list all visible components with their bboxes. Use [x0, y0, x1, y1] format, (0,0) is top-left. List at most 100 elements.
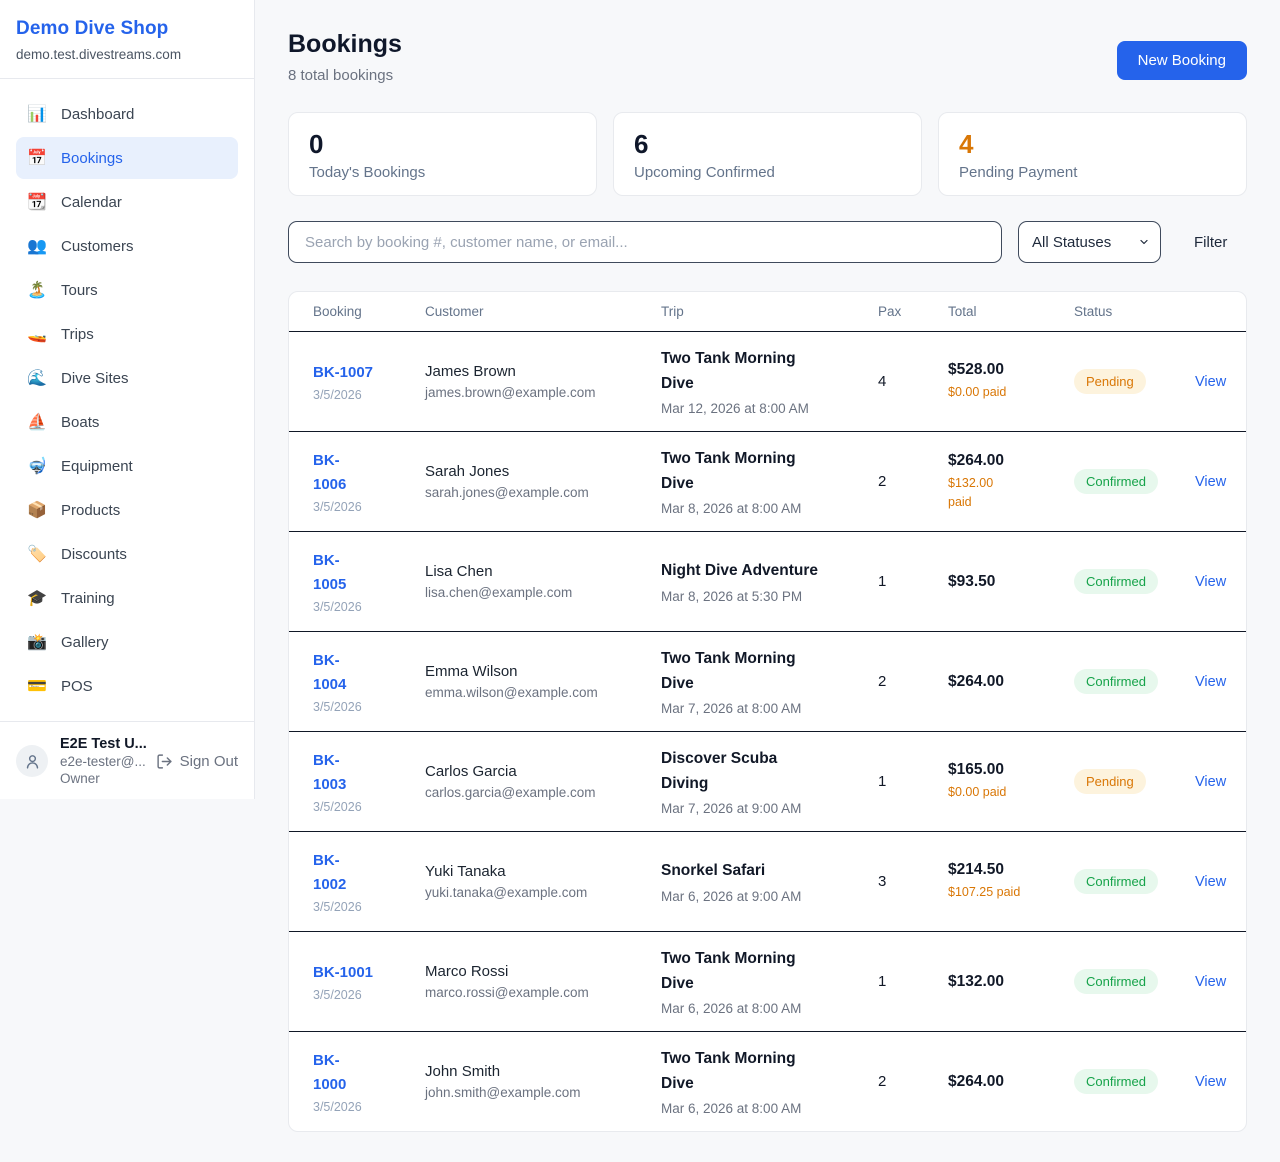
- status-select-wrap: All Statuses: [1018, 221, 1161, 263]
- stat-label: Upcoming Confirmed: [634, 164, 901, 181]
- view-link[interactable]: View: [1195, 474, 1226, 490]
- sidebar-item-calendar[interactable]: 📆Calendar: [16, 181, 238, 223]
- brand-name: Demo Dive Shop: [16, 18, 238, 40]
- status-badge: Confirmed: [1074, 969, 1158, 994]
- status-cell: Pending: [1074, 769, 1195, 794]
- pax-count: 3: [878, 873, 948, 890]
- trip-name: Night Dive Adventure: [661, 559, 878, 583]
- total-amount: $93.50: [948, 573, 1074, 591]
- status-select[interactable]: All Statuses: [1018, 221, 1161, 263]
- booking-date: 3/5/2026: [313, 700, 425, 714]
- paid-amount: $132.00 paid: [948, 474, 1074, 512]
- sidebar-item-label: Training: [61, 590, 115, 607]
- package-icon: 📦: [26, 500, 48, 520]
- actions-cell: View: [1195, 473, 1226, 491]
- status-cell: Confirmed: [1074, 969, 1195, 994]
- trip-name: Two Tank Morning Dive: [661, 347, 878, 395]
- total-amount: $132.00: [948, 973, 1074, 991]
- table-row: BK-10073/5/2026James Brownjames.brown@ex…: [289, 331, 1246, 431]
- filter-button[interactable]: Filter: [1194, 234, 1227, 251]
- sidebar-item-products[interactable]: 📦Products: [16, 489, 238, 531]
- brand: Demo Dive Shop demo.test.divestreams.com: [0, 0, 254, 79]
- pax-count: 2: [878, 673, 948, 690]
- status-badge: Pending: [1074, 369, 1146, 394]
- booking-cell: BK- 10003/5/2026: [313, 1049, 425, 1114]
- trip-date: Mar 12, 2026 at 8:00 AM: [661, 401, 878, 416]
- stats-cards: 0Today's Bookings6Upcoming Confirmed4Pen…: [288, 112, 1247, 196]
- view-link[interactable]: View: [1195, 774, 1226, 790]
- graduation-cap-icon: 🎓: [26, 588, 48, 608]
- total-cell: $264.00 $132.00 paid: [948, 452, 1074, 512]
- sidebar-item-label: Customers: [61, 238, 134, 255]
- tag-icon: 🏷️: [26, 544, 48, 564]
- stat-label: Today's Bookings: [309, 164, 576, 181]
- status-badge: Pending: [1074, 769, 1146, 794]
- status-cell: Confirmed: [1074, 469, 1195, 494]
- trip-cell: Two Tank Morning DiveMar 6, 2026 at 8:00…: [661, 947, 878, 1015]
- table-row: BK- 10063/5/2026Sarah Jonessarah.jones@e…: [289, 431, 1246, 531]
- booking-cell: BK- 10063/5/2026: [313, 449, 425, 514]
- booking-date: 3/5/2026: [313, 600, 425, 614]
- view-link[interactable]: View: [1195, 1074, 1226, 1090]
- status-cell: Confirmed: [1074, 669, 1195, 694]
- sidebar-item-trips[interactable]: 🚤Trips: [16, 313, 238, 355]
- search-input[interactable]: [288, 221, 1002, 263]
- total-amount: $264.00: [948, 673, 1074, 691]
- view-link[interactable]: View: [1195, 974, 1226, 990]
- sidebar-item-dive-sites[interactable]: 🌊Dive Sites: [16, 357, 238, 399]
- sidebar-item-training[interactable]: 🎓 Training: [16, 577, 238, 619]
- sidebar-item-boats[interactable]: ⛵Boats: [16, 401, 238, 443]
- avatar: [16, 745, 48, 777]
- booking-id-link[interactable]: BK-1001: [313, 961, 373, 985]
- sidebar: Demo Dive Shop demo.test.divestreams.com…: [0, 0, 255, 799]
- view-link[interactable]: View: [1195, 374, 1226, 390]
- total-cell: $93.50: [948, 573, 1074, 591]
- sign-out-button[interactable]: Sign Out: [156, 753, 238, 770]
- status-cell: Confirmed: [1074, 869, 1195, 894]
- bar-chart-icon: 📊: [26, 104, 48, 124]
- page-title: Bookings: [288, 30, 1247, 59]
- booking-id-link[interactable]: BK- 1002: [313, 849, 346, 897]
- pax-count: 2: [878, 1073, 948, 1090]
- app-root: Demo Dive Shop demo.test.divestreams.com…: [0, 0, 1280, 1162]
- camera-icon: 📸: [26, 632, 48, 652]
- sidebar-item-label: Trips: [61, 326, 94, 343]
- sidebar-item-pos[interactable]: 💳POS: [16, 665, 238, 707]
- booking-id-link[interactable]: BK-1007: [313, 361, 373, 385]
- status-badge: Confirmed: [1074, 669, 1158, 694]
- booking-id-link[interactable]: BK- 1000: [313, 1049, 346, 1097]
- new-booking-button[interactable]: New Booking: [1117, 41, 1247, 80]
- table-body: BK-10073/5/2026James Brownjames.brown@ex…: [289, 331, 1246, 1131]
- sidebar-item-gallery[interactable]: 📸Gallery: [16, 621, 238, 663]
- booking-id-link[interactable]: BK- 1006: [313, 449, 346, 497]
- table-row: BK- 10003/5/2026John Smithjohn.smith@exa…: [289, 1031, 1246, 1131]
- view-link[interactable]: View: [1195, 674, 1226, 690]
- page-subtitle: 8 total bookings: [288, 67, 1247, 84]
- sidebar-item-bookings[interactable]: 📅Bookings: [16, 137, 238, 179]
- pax-count: 1: [878, 573, 948, 590]
- customer-cell: Yuki Tanakayuki.tanaka@example.com: [425, 863, 661, 900]
- sidebar-item-customers[interactable]: 👥Customers: [16, 225, 238, 267]
- column-header-pax: Pax: [878, 304, 948, 319]
- view-link[interactable]: View: [1195, 574, 1226, 590]
- trip-name: Two Tank Morning Dive: [661, 447, 878, 495]
- booking-id-link[interactable]: BK- 1004: [313, 649, 346, 697]
- booking-id-link[interactable]: BK- 1005: [313, 549, 346, 597]
- sidebar-item-equipment[interactable]: 🤿Equipment: [16, 445, 238, 487]
- actions-cell: View: [1195, 573, 1226, 591]
- table-row: BK- 10053/5/2026Lisa Chenlisa.chen@examp…: [289, 531, 1246, 631]
- trip-cell: Two Tank Morning DiveMar 8, 2026 at 8:00…: [661, 447, 878, 515]
- total-amount: $264.00: [948, 452, 1074, 470]
- filter-bar: All Statuses Filter: [288, 221, 1247, 263]
- view-link[interactable]: View: [1195, 874, 1226, 890]
- stat-label: Pending Payment: [959, 164, 1226, 181]
- trip-name: Two Tank Morning Dive: [661, 1047, 878, 1095]
- sidebar-item-discounts[interactable]: 🏷️Discounts: [16, 533, 238, 575]
- booking-id-link[interactable]: BK- 1003: [313, 749, 346, 797]
- sidebar-item-dashboard[interactable]: 📊Dashboard: [16, 93, 238, 135]
- total-cell: $264.00: [948, 1073, 1074, 1091]
- table-row: BK-10013/5/2026Marco Rossimarco.rossi@ex…: [289, 931, 1246, 1031]
- sidebar-item-tours[interactable]: 🏝️Tours: [16, 269, 238, 311]
- customer-name: Emma Wilson: [425, 663, 661, 680]
- status-badge: Confirmed: [1074, 569, 1158, 594]
